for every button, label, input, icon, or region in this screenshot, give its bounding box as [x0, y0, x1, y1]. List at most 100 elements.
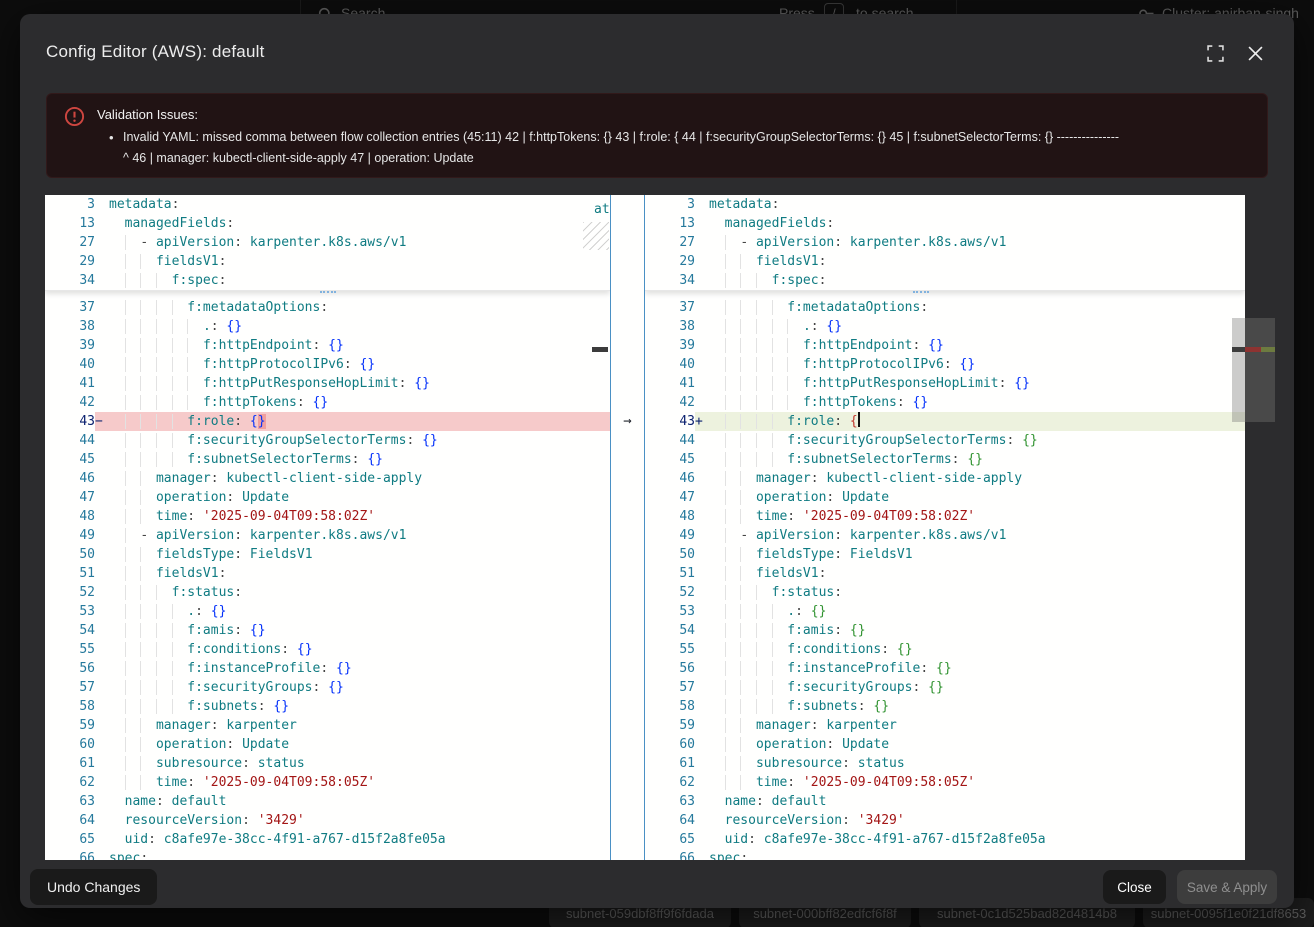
code-line[interactable]: 49 - apiVersion: karpenter.k8s.aws/v1 — [45, 526, 610, 545]
code-line[interactable]: 45 f:subnetSelectorTerms: {} — [645, 450, 1245, 469]
code-line[interactable]: 27 - apiVersion: karpenter.k8s.aws/v1 — [45, 233, 610, 252]
line-number[interactable]: 37 — [45, 298, 95, 317]
code-line[interactable]: 55 f:conditions: {} — [45, 640, 610, 659]
code-line[interactable]: 29 fieldsV1: — [645, 252, 1245, 271]
code-line[interactable]: 52 f:status: — [45, 583, 610, 602]
code-line[interactable]: 65 uid: c8afe97e-38cc-4f91-a767-d15f2a8f… — [645, 830, 1245, 849]
code-line[interactable]: 57 f:securityGroups: {} — [45, 678, 610, 697]
line-number[interactable]: 13 — [645, 214, 695, 233]
line-number[interactable]: 43+ — [645, 412, 695, 431]
code-line[interactable]: 39 f:httpEndpoint: {} — [645, 336, 1245, 355]
line-number[interactable]: 54 — [645, 621, 695, 640]
code-line[interactable]: 48 time: '2025-09-04T09:58:02Z' — [645, 507, 1245, 526]
line-number[interactable]: 27 — [645, 233, 695, 252]
code-line[interactable]: 53 .: {} — [645, 602, 1245, 621]
line-number[interactable]: 50 — [645, 545, 695, 564]
code-line[interactable]: 3metadata: — [45, 195, 610, 214]
line-number[interactable]: 48 — [45, 507, 95, 526]
line-number[interactable]: 53 — [645, 602, 695, 621]
code-line[interactable]: 38 .: {} — [645, 317, 1245, 336]
line-number[interactable]: 39 — [45, 336, 95, 355]
code-line[interactable]: 47 operation: Update — [45, 488, 610, 507]
line-number[interactable]: 55 — [45, 640, 95, 659]
line-number[interactable]: 50 — [45, 545, 95, 564]
line-number[interactable]: 57 — [45, 678, 95, 697]
line-number[interactable]: 66 — [645, 849, 695, 860]
code-line[interactable]: 57 f:securityGroups: {} — [645, 678, 1245, 697]
code-line[interactable]: 61 subresource: status — [45, 754, 610, 773]
line-number[interactable]: 60 — [45, 735, 95, 754]
code-line[interactable]: 42 f:httpTokens: {} — [645, 393, 1245, 412]
code-line[interactable]: 13 managedFields: — [45, 214, 610, 233]
diff-revert-arrow-icon[interactable]: → — [611, 412, 644, 431]
code-line[interactable]: 65 uid: c8afe97e-38cc-4f91-a767-d15f2a8f… — [45, 830, 610, 849]
line-number[interactable]: 34 — [45, 271, 95, 290]
line-number[interactable]: 62 — [45, 773, 95, 792]
code-line[interactable]: 58 f:subnets: {} — [45, 697, 610, 716]
line-number[interactable]: 64 — [645, 811, 695, 830]
code-line[interactable]: 51 fieldsV1: — [45, 564, 610, 583]
code-line[interactable]: 48 time: '2025-09-04T09:58:02Z' — [45, 507, 610, 526]
line-number[interactable]: 44 — [45, 431, 95, 450]
code-line[interactable]: 45 f:subnetSelectorTerms: {} — [45, 450, 610, 469]
line-number[interactable]: 46 — [45, 469, 95, 488]
line-number[interactable]: 64 — [45, 811, 95, 830]
line-number[interactable]: 56 — [45, 659, 95, 678]
line-number[interactable]: 59 — [45, 716, 95, 735]
code-line[interactable]: 53 .: {} — [45, 602, 610, 621]
code-line[interactable]: 66spec: — [645, 849, 1245, 860]
code-line[interactable]: 29 fieldsV1: — [45, 252, 610, 271]
line-number[interactable]: 61 — [45, 754, 95, 773]
code-line[interactable]: 3metadata: — [645, 195, 1245, 214]
line-number[interactable]: 47 — [45, 488, 95, 507]
line-number[interactable]: 41 — [45, 374, 95, 393]
line-number[interactable]: 54 — [45, 621, 95, 640]
line-number[interactable]: 56 — [645, 659, 695, 678]
code-line[interactable]: 34 f:spec: — [645, 271, 1245, 290]
code-line[interactable]: 41 f:httpPutResponseHopLimit: {} — [45, 374, 610, 393]
scrollbar-slider-inner[interactable] — [1232, 318, 1245, 422]
line-number[interactable]: 51 — [645, 564, 695, 583]
line-number[interactable]: 41 — [645, 374, 695, 393]
line-number[interactable]: 55 — [645, 640, 695, 659]
line-number[interactable]: 62 — [645, 773, 695, 792]
line-number[interactable]: 13 — [45, 214, 95, 233]
line-number[interactable]: 63 — [645, 792, 695, 811]
line-number[interactable]: 65 — [645, 830, 695, 849]
code-line[interactable]: 27 - apiVersion: karpenter.k8s.aws/v1 — [645, 233, 1245, 252]
code-line[interactable]: 56 f:instanceProfile: {} — [645, 659, 1245, 678]
diff-pane-modified[interactable]: 37 f:metadataOptions:38 .: {}39 f:httpEn… — [645, 195, 1245, 860]
code-line[interactable]: 61 subresource: status — [645, 754, 1245, 773]
line-number[interactable]: 63 — [45, 792, 95, 811]
undo-changes-button[interactable]: Undo Changes — [30, 869, 157, 905]
code-line[interactable]: 64 resourceVersion: '3429' — [645, 811, 1245, 830]
line-number[interactable]: 57 — [645, 678, 695, 697]
code-line[interactable]: 47 operation: Update — [645, 488, 1245, 507]
code-line[interactable]: 54 f:amis: {} — [645, 621, 1245, 640]
line-number[interactable]: 34 — [645, 271, 695, 290]
code-line[interactable]: 54 f:amis: {} — [45, 621, 610, 640]
code-line[interactable]: 40 f:httpProtocolIPv6: {} — [45, 355, 610, 374]
line-number[interactable]: 52 — [645, 583, 695, 602]
code-line[interactable]: 60 operation: Update — [45, 735, 610, 754]
line-number[interactable]: 46 — [645, 469, 695, 488]
expand-button[interactable] — [1202, 40, 1228, 66]
code-line[interactable]: 66spec: — [45, 849, 610, 860]
line-number[interactable]: 61 — [645, 754, 695, 773]
line-number[interactable]: 29 — [645, 252, 695, 271]
code-line[interactable]: 52 f:status: — [645, 583, 1245, 602]
code-line[interactable]: 39 f:httpEndpoint: {} — [45, 336, 610, 355]
code-line[interactable]: 44 f:securityGroupSelectorTerms: {} — [645, 431, 1245, 450]
line-number[interactable]: 40 — [645, 355, 695, 374]
line-number[interactable]: 45 — [45, 450, 95, 469]
code-line[interactable]: 38 .: {} — [45, 317, 610, 336]
line-number[interactable]: 37 — [645, 298, 695, 317]
code-line[interactable]: 40 f:httpProtocolIPv6: {} — [645, 355, 1245, 374]
code-line[interactable]: 63 name: default — [645, 792, 1245, 811]
code-line[interactable]: 58 f:subnets: {} — [645, 697, 1245, 716]
line-number[interactable]: 27 — [45, 233, 95, 252]
code-line[interactable]: 43+ f:role: { — [645, 412, 1245, 431]
line-number[interactable]: 60 — [645, 735, 695, 754]
line-number[interactable]: 3 — [45, 195, 95, 214]
code-line[interactable]: 60 operation: Update — [645, 735, 1245, 754]
